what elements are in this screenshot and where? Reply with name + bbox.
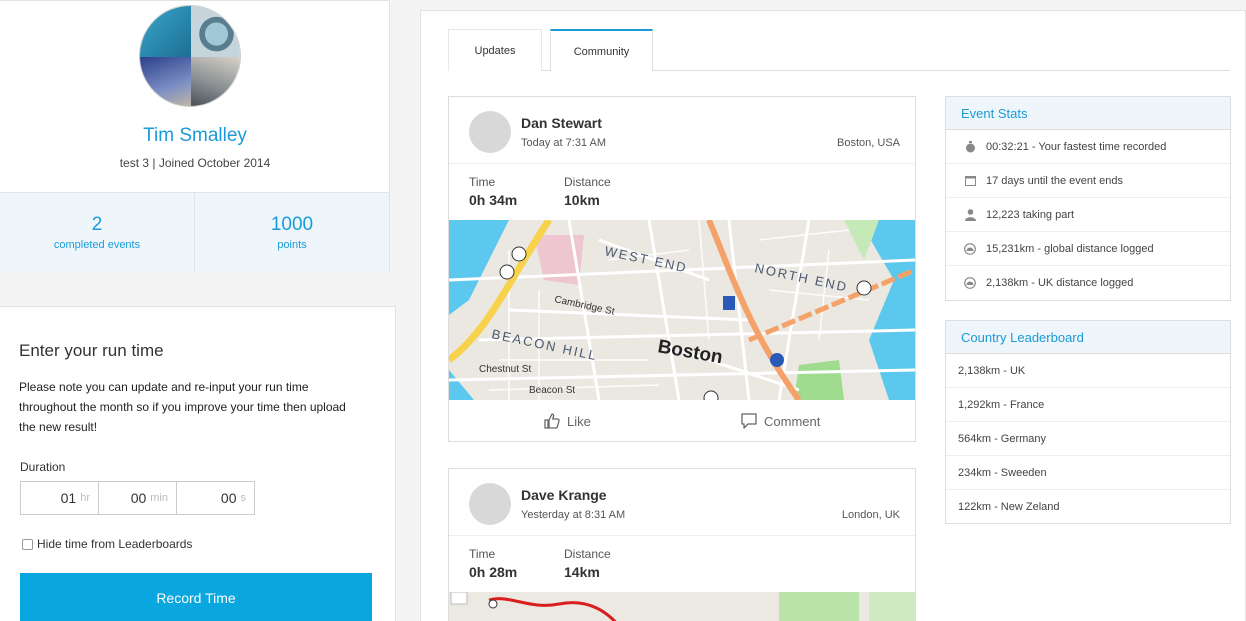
avatar[interactable] <box>469 111 511 153</box>
hours-unit: hr <box>80 492 90 504</box>
map-graphic: WEST END NORTH END BEACON HILL Boston Ca… <box>449 220 915 400</box>
metric-distance: Distance 10km <box>564 175 611 208</box>
speech-bubble-icon <box>741 413 757 429</box>
comment-label: Comment <box>764 413 821 429</box>
run-time-form: Enter your run time Please note you can … <box>0 306 396 621</box>
thumbs-up-icon <box>544 413 560 429</box>
metric-label: Distance <box>564 175 611 189</box>
tab-bar: Updates Community <box>448 29 1230 72</box>
metric-time: Time 0h 34m <box>469 175 517 208</box>
minutes-field[interactable]: 00 min <box>98 482 176 514</box>
seconds-field[interactable]: 00 s <box>176 482 254 514</box>
metric-value: 0h 28m <box>469 564 518 580</box>
tab-updates[interactable]: Updates <box>448 29 542 71</box>
metric-label: Distance <box>564 547 611 561</box>
leaderboard-row: 564km - Germany <box>946 422 1230 456</box>
minutes-unit: min <box>150 492 168 504</box>
hide-time-checkbox[interactable] <box>22 538 33 550</box>
leaderboard-title: Country Leaderboard <box>946 321 1230 354</box>
stat-points[interactable]: 1000 points <box>194 193 389 273</box>
stat-value: 1000 <box>270 214 314 235</box>
post-timestamp: Today at 7:31 AM <box>521 137 606 149</box>
calendar-icon <box>963 174 977 188</box>
event-stat-text: 12,223 taking part <box>986 208 1075 221</box>
post-author[interactable]: Dan Stewart <box>521 115 602 131</box>
leaderboard-row: 2,138km - UK <box>946 354 1230 388</box>
run-form-title: Enter your run time <box>19 341 164 360</box>
metric-value: 0h 34m <box>469 192 518 208</box>
profile-meta: test 3 | Joined October 2014 <box>119 156 271 170</box>
activity-post: Dan Stewart Today at 7:31 AM Boston, USA… <box>448 96 916 442</box>
event-stat-text: 00:32:21 - Your fastest time recorded <box>986 140 1167 153</box>
profile-card: Tim Smalley test 3 | Joined October 2014… <box>0 0 390 273</box>
like-label: Like <box>567 413 591 429</box>
seconds-value: 00 <box>220 490 237 506</box>
duration-label: Duration <box>20 460 66 474</box>
map-label-beacon-st: Beacon St <box>529 385 575 396</box>
stat-label: completed events <box>53 239 141 251</box>
metric-distance: Distance 14km <box>564 547 611 580</box>
event-stat-row: 15,231km - global distance logged <box>946 232 1230 266</box>
hours-value: 01 <box>60 490 77 506</box>
post-timestamp: Yesterday at 8:31 AM <box>521 509 626 521</box>
post-actions: Like Comment <box>449 400 915 441</box>
event-stats-title: Event Stats <box>946 97 1230 130</box>
event-stat-row: 12,223 taking part <box>946 198 1230 232</box>
event-stat-text: 17 days until the event ends <box>986 174 1123 187</box>
post-author[interactable]: Dave Krange <box>521 487 607 503</box>
event-stat-row: 2,138km - UK distance logged <box>946 266 1230 300</box>
post-header: Dan Stewart Today at 7:31 AM Boston, USA <box>449 97 915 164</box>
hide-time-label[interactable]: Hide time from Leaderboards <box>37 537 192 551</box>
event-stat-row: 17 days until the event ends <box>946 164 1230 198</box>
gauge-icon <box>963 276 977 290</box>
seconds-unit: s <box>240 492 247 504</box>
event-stats-panel: Event Stats 00:32:21 - Your fastest time… <box>945 96 1231 301</box>
stopwatch-icon <box>963 140 977 154</box>
main-content: Updates Community Dan Stewart Today at 7… <box>420 10 1246 621</box>
post-location: London, UK <box>841 509 900 521</box>
person-icon <box>963 208 977 222</box>
activity-post: Dave Krange Yesterday at 8:31 AM London,… <box>448 468 916 621</box>
metric-value: 10km <box>564 192 600 208</box>
map-graphic <box>449 592 915 621</box>
post-metrics: Time 0h 28m Distance 14km <box>449 536 915 592</box>
metric-label: Time <box>469 547 496 561</box>
like-button[interactable]: Like <box>543 412 591 430</box>
profile-name[interactable]: Tim Smalley <box>0 125 390 147</box>
comment-button[interactable]: Comment <box>740 412 820 430</box>
route-map[interactable]: WEST END NORTH END BEACON HILL Boston Ca… <box>449 220 915 400</box>
leaderboard-row: 234km - Sweeden <box>946 456 1230 490</box>
hours-field[interactable]: 01 hr <box>21 482 98 514</box>
event-stat-text: 15,231km - global distance logged <box>986 242 1154 255</box>
stat-label: points <box>277 239 307 251</box>
post-metrics: Time 0h 34m Distance 10km <box>449 164 915 220</box>
event-stat-row: 00:32:21 - Your fastest time recorded <box>946 130 1230 164</box>
profile-stats: 2 completed events 1000 points <box>0 192 389 273</box>
stat-completed-events[interactable]: 2 completed events <box>0 193 194 273</box>
event-stat-text: 2,138km - UK distance logged <box>986 277 1134 289</box>
metric-time: Time 0h 28m <box>469 547 517 580</box>
avatar[interactable] <box>469 483 511 525</box>
minutes-value: 00 <box>130 490 147 506</box>
leaderboard-row: 122km - New Zeland <box>958 501 1060 513</box>
post-header: Dave Krange Yesterday at 8:31 AM London,… <box>449 469 915 536</box>
map-label-chestnut-st: Chestnut St <box>479 364 531 375</box>
route-map[interactable] <box>449 592 915 621</box>
hide-time-row: Hide time from Leaderboards <box>22 537 192 551</box>
gauge-icon <box>963 242 977 256</box>
tab-community[interactable]: Community <box>550 29 653 72</box>
record-time-button[interactable]: Record Time <box>20 573 372 621</box>
country-leaderboard-panel: Country Leaderboard 2,138km - UK 1,292km… <box>945 320 1231 524</box>
duration-input: 01 hr 00 min 00 s <box>20 481 255 515</box>
page: Tim Smalley test 3 | Joined October 2014… <box>0 0 1246 621</box>
metric-value: 14km <box>564 564 600 580</box>
stat-value: 2 <box>91 214 103 235</box>
metric-label: Time <box>469 175 496 189</box>
leaderboard-row: 1,292km - France <box>946 388 1230 422</box>
run-form-note: Please note you can update and re-input … <box>19 380 346 434</box>
profile-avatar[interactable] <box>139 5 241 107</box>
post-location: Boston, USA <box>837 137 900 149</box>
